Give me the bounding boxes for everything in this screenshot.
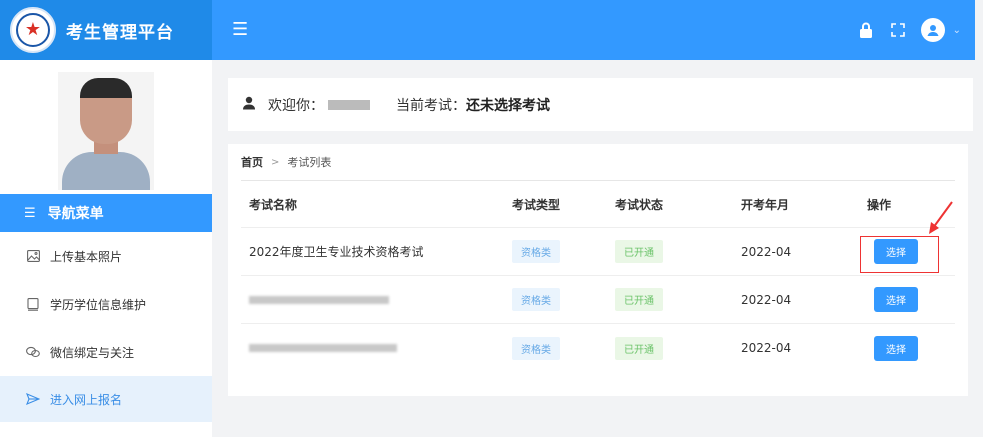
blurred-exam-name (249, 344, 397, 352)
exam-type-tag: 资格类 (512, 288, 560, 311)
user-icon (242, 96, 256, 114)
nav-menu-title: 导航菜单 (47, 206, 104, 222)
sidebar-item-wechat[interactable]: 微信绑定与关注 (0, 328, 212, 376)
table-row: 2022年度卫生专业技术资格考试 资格类 已开通 2022-04 选择 (241, 228, 955, 276)
user-avatar-icon[interactable] (920, 18, 945, 42)
exam-date: 2022-04 (741, 292, 792, 307)
table-row: 资格类 已开通 2022-04 选择 (241, 324, 955, 372)
header-actions: ⌄ (857, 18, 961, 42)
exam-status-tag: 已开通 (615, 336, 663, 360)
chevron-down-icon[interactable]: ⌄ (953, 25, 961, 36)
hamburger-icon[interactable]: ☰ (232, 21, 248, 39)
annotation-highlight-box (860, 236, 939, 273)
header: ☰ ⌄ (212, 0, 975, 60)
sidebar-item-label: 上传基本照片 (50, 249, 123, 264)
image-icon (26, 249, 40, 263)
select-button[interactable]: 选择 (874, 287, 918, 312)
fullscreen-icon[interactable] (889, 21, 907, 39)
breadcrumb-current: 考试列表 (287, 156, 332, 169)
exam-date: 2022-04 (741, 244, 792, 259)
current-exam-value: 还未选择考试 (466, 97, 550, 114)
breadcrumb-separator-icon: > (271, 156, 280, 168)
column-header: 考试名称 (249, 197, 298, 212)
breadcrumb: 首页 > 考试列表 (241, 144, 955, 181)
menu-icon: ☰ (24, 205, 36, 221)
sidebar-item-online-registration[interactable]: 进入网上报名 (0, 376, 212, 422)
logo-emblem: ★ (16, 13, 50, 47)
lock-icon[interactable] (857, 21, 875, 39)
exam-name (241, 293, 512, 307)
current-exam-label: 当前考试： (396, 97, 466, 114)
top-bar: ★ 考生管理平台 ☰ ⌄ (0, 0, 975, 60)
exam-name: 2022年度卫生专业技术资格考试 (249, 245, 424, 259)
annotation-arrow-icon (929, 201, 953, 234)
exam-type-tag: 资格类 (512, 240, 560, 263)
candidate-photo (58, 72, 154, 190)
logo: ★ (10, 7, 56, 53)
column-header: 考试状态 (615, 197, 664, 212)
sidebar-item-education[interactable]: 学历学位信息维护 (0, 280, 212, 328)
exam-status-tag: 已开通 (615, 240, 663, 263)
column-header: 考试类型 (512, 197, 561, 212)
nav-menu-header: ☰ 导航菜单 (0, 194, 212, 232)
select-button[interactable]: 选择 (874, 335, 918, 361)
welcome-bar: 欢迎你： 当前考试： 还未选择考试 (228, 78, 973, 131)
welcome-greeting: 欢迎你： (268, 97, 324, 114)
exam-name (241, 341, 512, 355)
sidebar-item-label: 微信绑定与关注 (50, 345, 135, 360)
exam-type-tag: 资格类 (512, 336, 560, 360)
redacted-username (328, 99, 370, 110)
column-header: 开考年月 (741, 197, 790, 212)
sidebar-item-label: 进入网上报名 (50, 392, 123, 407)
document-icon (26, 297, 40, 311)
exam-status-tag: 已开通 (615, 288, 663, 311)
wechat-icon (26, 345, 40, 359)
brand: ★ 考生管理平台 (0, 0, 212, 60)
sidebar: ☰ 导航菜单 上传基本照片 学历学位信息维护 微信绑定与关注 进入网上报名 (0, 60, 212, 437)
sidebar-item-upload-photo[interactable]: 上传基本照片 (0, 232, 212, 280)
send-icon (26, 392, 40, 406)
table-header-row: 考试名称 考试类型 考试状态 开考年月 操作 (241, 181, 955, 228)
app-title: 考生管理平台 (66, 22, 174, 43)
breadcrumb-home[interactable]: 首页 (241, 154, 263, 170)
sidebar-item-label: 学历学位信息维护 (50, 297, 147, 312)
exam-date: 2022-04 (741, 341, 792, 355)
blurred-exam-name (249, 295, 389, 304)
exam-table: 考试名称 考试类型 考试状态 开考年月 操作 2022年度卫生专业技术资格考试 … (241, 181, 955, 372)
exam-list-panel: 首页 > 考试列表 考试名称 考试类型 考试状态 开考年月 操作 2022年度卫… (228, 144, 968, 396)
table-row: 资格类 已开通 2022-04 选择 (241, 276, 955, 324)
photo-area (0, 60, 212, 194)
